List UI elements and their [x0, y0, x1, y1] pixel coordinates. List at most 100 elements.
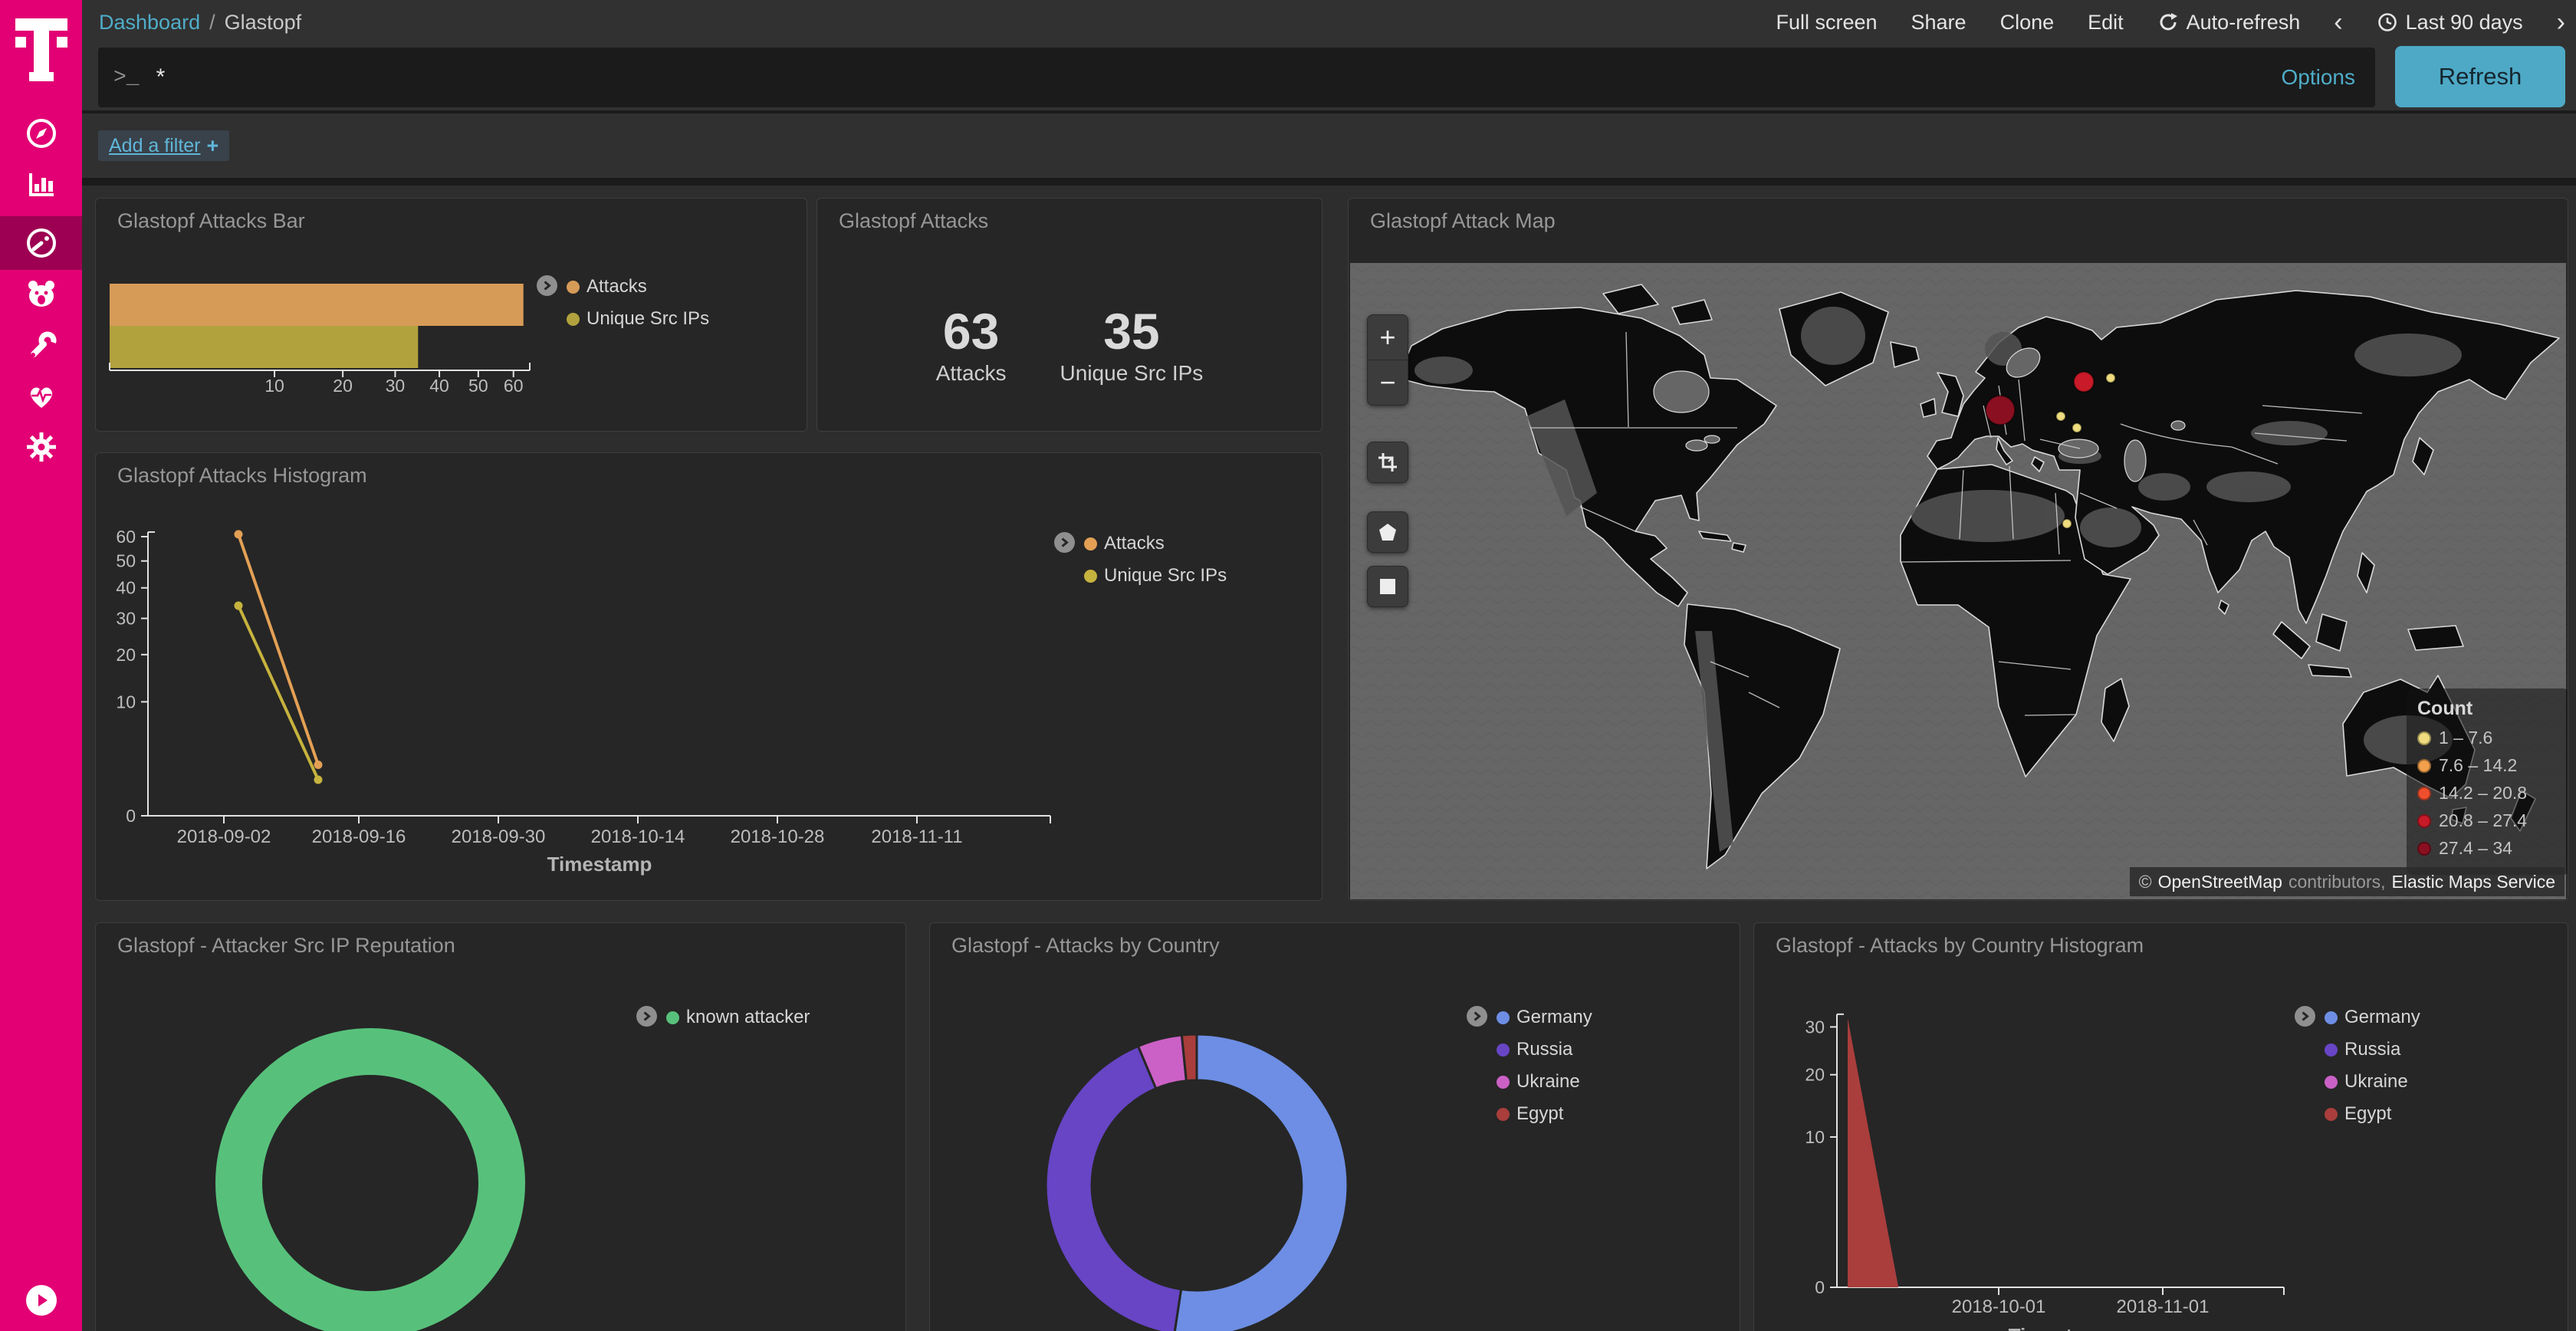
donut-slice-known attacker[interactable] [239, 1052, 502, 1315]
query-options-link[interactable]: Options [2282, 65, 2356, 90]
breadcrumb-separator: / [209, 11, 215, 35]
map-attack-point[interactable] [2106, 373, 2115, 383]
legend-item[interactable]: Unique Src IPs [1084, 565, 1227, 587]
time-picker-button[interactable]: Last 90 days [2377, 11, 2523, 35]
legend-swatch [567, 313, 580, 326]
map-legend-swatch [2417, 842, 2431, 856]
map-legend-swatch [2417, 814, 2431, 828]
donut-slice-Russia[interactable] [1046, 1047, 1181, 1331]
metric-Attacks: 63Attacks [936, 306, 1007, 386]
zoom-in-button[interactable]: + [1368, 315, 1408, 360]
expand-nav-button[interactable] [26, 1285, 57, 1316]
legend-item[interactable]: Ukraine [2325, 1071, 2420, 1093]
metric-value: 35 [1060, 306, 1204, 357]
divider [82, 178, 2576, 186]
legend-item[interactable]: Russia [1497, 1039, 1592, 1060]
sidebar-item-dashboard[interactable] [0, 216, 82, 270]
filter-bar: Add a filter + [82, 113, 2576, 178]
query-text[interactable]: * [156, 64, 2282, 90]
sidebar-item-dev-tools[interactable] [0, 320, 82, 374]
legend-toggle-button[interactable] [537, 275, 557, 296]
legend-toggle-button[interactable] [2295, 1006, 2315, 1027]
full-screen-button[interactable]: Full screen [1776, 11, 1877, 35]
bar-Attacks[interactable] [110, 284, 524, 326]
world-map[interactable] [1350, 263, 2566, 899]
panel-title: Glastopf Attacks [839, 209, 988, 233]
elastic-maps-service-link[interactable]: Elastic Maps Service [2392, 872, 2555, 892]
refresh-button[interactable]: Refresh [2395, 46, 2565, 107]
legend-item[interactable]: Attacks [1084, 533, 1227, 554]
data-point[interactable] [235, 530, 243, 538]
legend-label: Unique Src IPs [1104, 565, 1227, 587]
panel-title: Glastopf - Attacker Src IP Reputation [117, 934, 455, 958]
area-Egypt[interactable] [1848, 1018, 1898, 1287]
bar-chart-icon [25, 167, 58, 201]
openstreetmap-link[interactable]: OpenStreetMap [2158, 872, 2282, 892]
legend-item[interactable]: Ukraine [1497, 1071, 1592, 1093]
legend-item[interactable]: Germany [1497, 1007, 1592, 1028]
svg-text:30: 30 [386, 376, 406, 396]
sidebar-item-visualize[interactable] [0, 157, 82, 211]
time-forward-button[interactable]: › [2557, 9, 2565, 35]
sidebar-item-management[interactable] [0, 420, 82, 474]
legend-item[interactable]: Egypt [1497, 1103, 1592, 1125]
map-legend-swatch [2417, 759, 2431, 773]
map-attribution: © OpenStreetMap contributors, Elastic Ma… [2130, 867, 2564, 896]
legend-item[interactable]: Attacks [567, 276, 709, 297]
data-point[interactable] [314, 761, 323, 769]
map-attack-point[interactable] [2056, 412, 2065, 421]
legend-label: Germany [2344, 1007, 2420, 1028]
share-button[interactable]: Share [1911, 11, 1967, 35]
legend-toggle-button[interactable] [1054, 532, 1075, 553]
time-back-button[interactable]: ‹ [2334, 9, 2342, 35]
legend-item[interactable]: Russia [2325, 1039, 2420, 1060]
draw-rectangle-button[interactable] [1367, 566, 1408, 607]
legend-label: Egypt [2344, 1103, 2391, 1125]
add-filter-button[interactable]: Add a filter + [98, 130, 229, 161]
map-attack-point[interactable] [2074, 372, 2094, 392]
sidebar-item-timelion[interactable] [0, 268, 82, 321]
chevron-right-icon [1060, 537, 1070, 548]
bar-Unique Src IPs[interactable] [110, 326, 418, 368]
legend-item[interactable]: Germany [2325, 1007, 2420, 1028]
breadcrumb-dashboard-link[interactable]: Dashboard [99, 11, 200, 35]
map-legend-range: 27.4 – 34 [2439, 838, 2512, 859]
legend-toggle-button[interactable] [1467, 1006, 1487, 1027]
legend-label: Russia [1516, 1039, 1572, 1060]
sidebar-item-monitoring[interactable] [0, 369, 82, 422]
auto-refresh-button[interactable]: Auto-refresh [2157, 11, 2301, 35]
crop-button[interactable] [1367, 442, 1408, 483]
legend-item[interactable]: known attacker [666, 1007, 810, 1028]
svg-text:2018-11-11: 2018-11-11 [871, 827, 962, 847]
panel-title: Glastopf Attack Map [1370, 209, 1556, 233]
data-point[interactable] [314, 776, 323, 784]
legend-swatch [1084, 537, 1097, 550]
legend-label: Germany [1516, 1007, 1592, 1028]
chart-legend: Germany Russia Ukraine Egypt [2295, 1006, 2420, 1125]
telekom-logo[interactable] [0, 0, 82, 96]
legend-item[interactable]: Unique Src IPs [567, 308, 709, 330]
search-input[interactable]: >_ * Options [98, 48, 2375, 107]
clone-button[interactable]: Clone [2000, 11, 2055, 35]
map-attack-point[interactable] [1986, 396, 2015, 425]
svg-text:40: 40 [116, 578, 136, 598]
sidebar-item-discover[interactable] [0, 107, 82, 160]
data-point[interactable] [235, 601, 243, 610]
map-legend-item: 20.8 – 27.4 [2417, 810, 2560, 831]
legend-toggle-button[interactable] [636, 1006, 657, 1027]
edit-button[interactable]: Edit [2088, 11, 2124, 35]
zoom-out-button[interactable]: − [1368, 360, 1408, 405]
svg-text:10: 10 [264, 376, 284, 396]
panel-title: Glastopf Attacks Histogram [117, 464, 367, 488]
line-Unique Src IPs [238, 606, 318, 780]
draw-polygon-button[interactable] [1367, 511, 1408, 553]
legend-item[interactable]: Egypt [2325, 1103, 2420, 1125]
panel-title: Glastopf - Attacks by Country [951, 934, 1220, 958]
map-attack-point[interactable] [2062, 519, 2072, 528]
svg-text:50: 50 [468, 376, 488, 396]
svg-text:20: 20 [333, 376, 353, 396]
map-attack-point[interactable] [2072, 423, 2082, 432]
svg-text:10: 10 [116, 692, 136, 712]
donut-slice-Germany[interactable] [1175, 1034, 1348, 1331]
map-legend-range: 14.2 – 20.8 [2439, 783, 2527, 804]
